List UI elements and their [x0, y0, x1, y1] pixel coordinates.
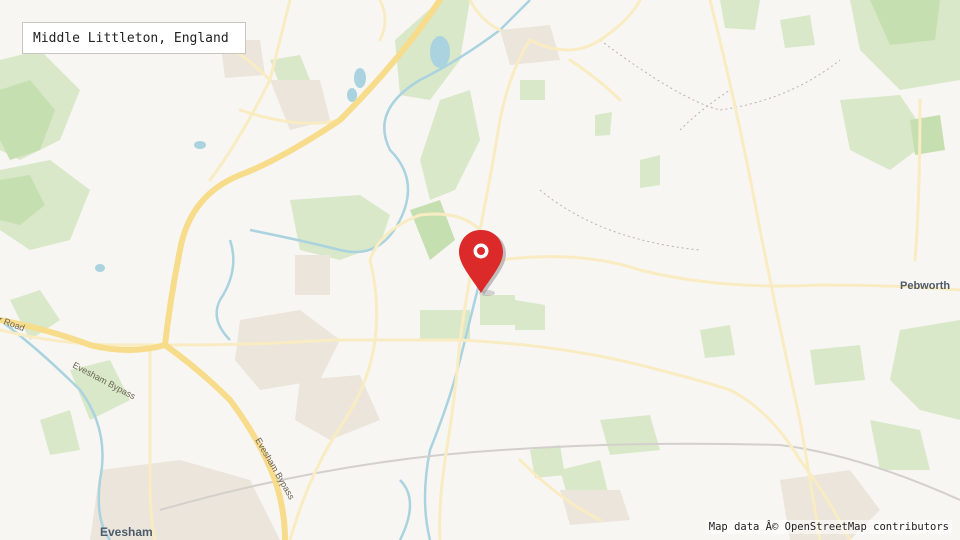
map-canvas[interactable]: Pebworth Evesham Evesham Bypass Evesham …	[0, 0, 960, 540]
location-title: Middle Littleton, England	[22, 22, 246, 54]
place-label-evesham: Evesham	[100, 525, 153, 539]
place-label-pebworth: Pebworth	[900, 280, 950, 292]
map-tiles: Pebworth Evesham Evesham Bypass Evesham …	[0, 0, 960, 540]
map-attribution[interactable]: Map data Â© OpenStreetMap contributors	[705, 520, 952, 534]
